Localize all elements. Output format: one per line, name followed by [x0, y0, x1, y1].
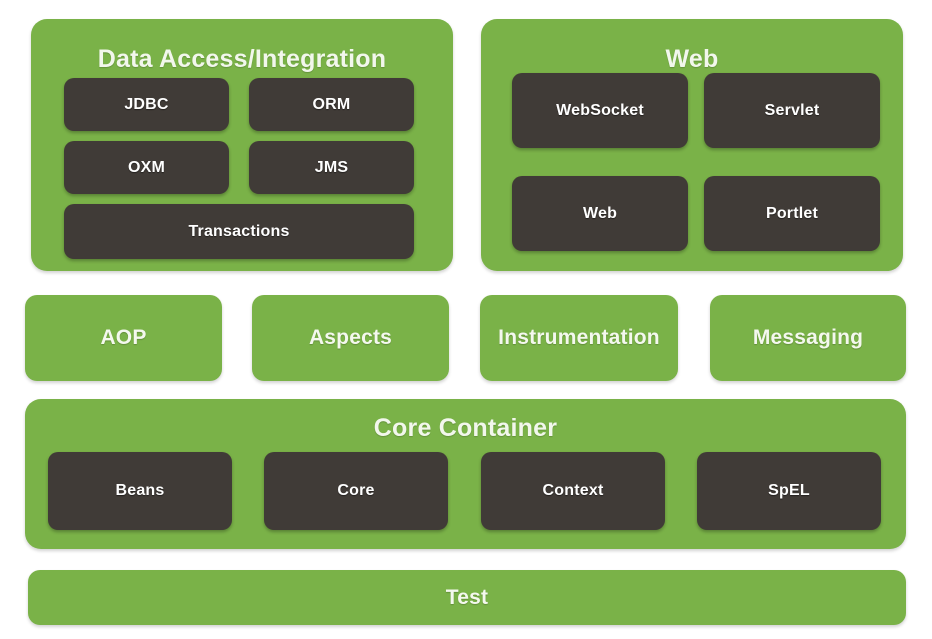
- spring-architecture-diagram: Data Access/Integration JDBC ORM OXM JMS…: [0, 0, 932, 639]
- module-websocket[interactable]: WebSocket: [512, 73, 688, 148]
- module-messaging[interactable]: Messaging: [710, 295, 906, 381]
- module-spel[interactable]: SpEL: [697, 452, 881, 530]
- module-core[interactable]: Core: [264, 452, 448, 530]
- module-test[interactable]: Test: [28, 570, 906, 625]
- module-label-spel: SpEL: [768, 482, 810, 499]
- panel-title-web: Web: [665, 45, 719, 73]
- module-aspects[interactable]: Aspects: [252, 295, 449, 381]
- module-aop[interactable]: AOP: [25, 295, 222, 381]
- module-label-instrumentation: Instrumentation: [498, 326, 660, 349]
- module-label-aop: AOP: [100, 326, 147, 349]
- module-transactions[interactable]: Transactions: [64, 204, 414, 259]
- module-label-servlet: Servlet: [764, 101, 820, 119]
- module-portlet[interactable]: Portlet: [704, 176, 880, 251]
- module-label-aspects: Aspects: [308, 326, 393, 349]
- module-label-context: Context: [542, 482, 604, 499]
- module-label-orm: ORM: [312, 95, 351, 113]
- module-jms[interactable]: JMS: [249, 141, 414, 194]
- module-web[interactable]: Web: [512, 176, 688, 251]
- module-servlet[interactable]: Servlet: [704, 73, 880, 148]
- module-jdbc[interactable]: JDBC: [64, 78, 229, 131]
- module-oxm[interactable]: OXM: [64, 141, 229, 194]
- module-label-messaging: Messaging: [752, 326, 864, 349]
- module-label-portlet: Portlet: [765, 204, 819, 222]
- module-orm[interactable]: ORM: [249, 78, 414, 131]
- module-label-web: Web: [582, 204, 618, 222]
- panel-title-core-container: Core Container: [373, 414, 558, 442]
- module-label-test: Test: [445, 585, 489, 609]
- module-label-oxm: OXM: [127, 158, 166, 176]
- module-label-beans: Beans: [115, 482, 165, 499]
- module-instrumentation[interactable]: Instrumentation: [480, 295, 678, 381]
- module-label-transactions: Transactions: [188, 222, 290, 240]
- module-context[interactable]: Context: [481, 452, 665, 530]
- module-label-jms: JMS: [314, 158, 349, 176]
- module-label-core: Core: [337, 482, 375, 499]
- module-label-websocket: WebSocket: [556, 101, 644, 119]
- module-label-jdbc: JDBC: [124, 95, 169, 113]
- panel-title-data-access-integration: Data Access/Integration: [97, 45, 387, 73]
- module-beans[interactable]: Beans: [48, 452, 232, 530]
